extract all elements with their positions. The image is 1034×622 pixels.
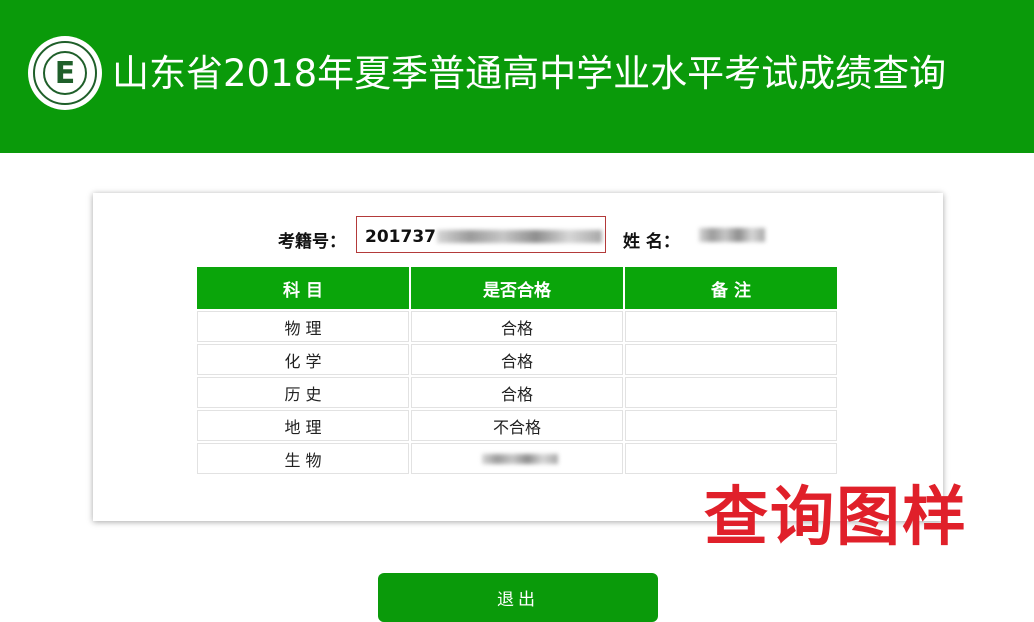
table-row: 历 史 合格 [197, 377, 837, 408]
subject-cell: 生 物 [197, 443, 409, 474]
subject-cell: 历 史 [197, 377, 409, 408]
page-title: 山东省2018年夏季普通高中学业水平考试成绩查询 [112, 52, 947, 95]
subject-cell: 地 理 [197, 410, 409, 441]
subject-cell: 化 学 [197, 344, 409, 375]
table-row: 地 理 不合格 [197, 410, 837, 441]
table-row: 物 理 合格 [197, 311, 837, 342]
table-header-row: 科 目 是否合格 备 注 [197, 267, 837, 309]
note-cell [625, 377, 837, 408]
col-header-subject: 科 目 [197, 267, 409, 309]
exam-no-value: 201737 [365, 227, 436, 247]
note-cell [625, 344, 837, 375]
result-cell: 合格 [411, 377, 623, 408]
candidate-info-row: 考籍号： 201737 姓 名： [93, 215, 943, 255]
logo-letter: E [43, 51, 87, 95]
name-redaction [699, 228, 765, 242]
name-label: 姓 名： [623, 232, 680, 252]
exam-logo-icon: E [28, 36, 102, 110]
result-cell: 合格 [411, 344, 623, 375]
exam-no-redaction [437, 230, 602, 243]
note-cell [625, 311, 837, 342]
sample-watermark: 查询图样 [704, 480, 968, 555]
result-cell: 不合格 [411, 410, 623, 441]
col-header-pass: 是否合格 [411, 267, 623, 309]
table-row: 化 学 合格 [197, 344, 837, 375]
score-table: 科 目 是否合格 备 注 物 理 合格 化 学 合格 历 史 合格 地 理 不合… [195, 265, 839, 476]
exam-no-field: 201737 [356, 216, 606, 253]
col-header-note: 备 注 [625, 267, 837, 309]
result-cell: 合格 [411, 311, 623, 342]
exit-button[interactable]: 退出 [378, 573, 658, 622]
result-redaction [482, 454, 558, 464]
note-cell [625, 410, 837, 441]
result-cell [411, 443, 623, 474]
header-bar: E 山东省2018年夏季普通高中学业水平考试成绩查询 [0, 0, 1034, 153]
exam-no-label: 考籍号： [278, 232, 346, 252]
subject-cell: 物 理 [197, 311, 409, 342]
